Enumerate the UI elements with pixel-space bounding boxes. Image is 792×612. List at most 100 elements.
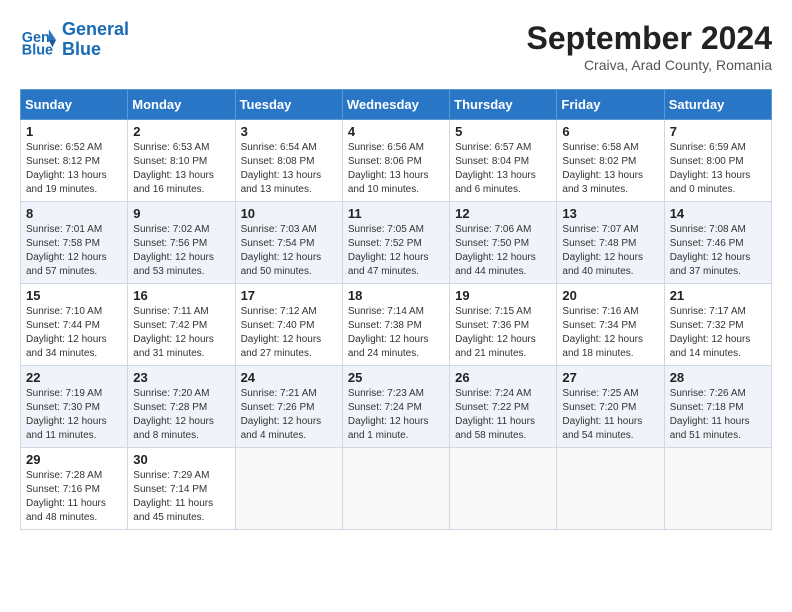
calendar-cell: 10Sunrise: 7:03 AMSunset: 7:54 PMDayligh…: [235, 202, 342, 284]
day-info: Sunrise: 7:25 AMSunset: 7:20 PMDaylight:…: [562, 387, 658, 443]
calendar-cell: 21Sunrise: 7:17 AMSunset: 7:32 PMDayligh…: [664, 284, 771, 366]
col-header-wednesday: Wednesday: [342, 90, 449, 120]
page-header: Gen Blue General Blue September 2024 Cra…: [20, 20, 772, 73]
calendar-cell: 16 Sunrise: 7:11 AMSunset: 7:42 PMDayligh…: [128, 284, 235, 366]
day-info: Sunrise: 7:06 AMSunset: 7:50 PMDaylight:…: [455, 223, 551, 279]
day-info: Sunrise: 7:03 AMSunset: 7:54 PMDaylight:…: [241, 223, 337, 279]
calendar-cell: [664, 448, 771, 530]
day-info: Sunrise: 7:14 AMSunset: 7:38 PMDaylight:…: [348, 305, 444, 361]
day-info: Sunrise: 6:53 AMSunset: 8:10 PMDaylight:…: [133, 141, 229, 197]
calendar-week-1: 1Sunrise: 6:52 AMSunset: 8:12 PMDaylight…: [21, 120, 772, 202]
day-info: Sunrise: 7:02 AMSunset: 7:56 PMDaylight:…: [133, 223, 229, 279]
day-number: 9: [133, 206, 229, 221]
logo: Gen Blue General Blue: [20, 20, 129, 60]
day-info: Sunrise: 7:16 AMSunset: 7:34 PMDaylight:…: [562, 305, 658, 361]
calendar-week-4: 22Sunrise: 7:19 AMSunset: 7:30 PMDayligh…: [21, 366, 772, 448]
col-header-tuesday: Tuesday: [235, 90, 342, 120]
day-info: Sunrise: 6:56 AMSunset: 8:06 PMDaylight:…: [348, 141, 444, 197]
logo-text-general: General: [62, 19, 129, 39]
day-info: Sunrise: 7:01 AMSunset: 7:58 PMDaylight:…: [26, 223, 122, 279]
col-header-thursday: Thursday: [450, 90, 557, 120]
day-number: 11: [348, 206, 444, 221]
calendar-cell: 11 Sunrise: 7:05 AMSunset: 7:52 PMDayligh…: [342, 202, 449, 284]
calendar-cell: [342, 448, 449, 530]
day-number: 18: [348, 288, 444, 303]
calendar-header-row: SundayMondayTuesdayWednesdayThursdayFrid…: [21, 90, 772, 120]
calendar-cell: 6 Sunrise: 6:58 AMSunset: 8:02 PMDaylight…: [557, 120, 664, 202]
calendar-cell: 3Sunrise: 6:54 AMSunset: 8:08 PMDaylight…: [235, 120, 342, 202]
day-number: 16: [133, 288, 229, 303]
calendar-cell: 25 Sunrise: 7:23 AMSunset: 7:24 PMDayligh…: [342, 366, 449, 448]
svg-text:Blue: Blue: [22, 42, 53, 58]
calendar-cell: 2 Sunrise: 6:53 AMSunset: 8:10 PMDaylight…: [128, 120, 235, 202]
month-title: September 2024: [527, 20, 772, 57]
col-header-friday: Friday: [557, 90, 664, 120]
calendar-week-2: 8 Sunrise: 7:01 AMSunset: 7:58 PMDaylight…: [21, 202, 772, 284]
day-info: Sunrise: 7:05 AMSunset: 7:52 PMDaylight:…: [348, 223, 444, 279]
col-header-sunday: Sunday: [21, 90, 128, 120]
day-info: Sunrise: 6:54 AMSunset: 8:08 PMDaylight:…: [241, 141, 337, 197]
day-number: 22: [26, 370, 122, 385]
day-number: 15: [26, 288, 122, 303]
calendar-table: SundayMondayTuesdayWednesdayThursdayFrid…: [20, 89, 772, 530]
calendar-cell: 7 Sunrise: 6:59 AMSunset: 8:00 PMDaylight…: [664, 120, 771, 202]
calendar-cell: 18 Sunrise: 7:14 AMSunset: 7:38 PMDayligh…: [342, 284, 449, 366]
day-number: 17: [241, 288, 337, 303]
calendar-cell: [557, 448, 664, 530]
calendar-cell: 22Sunrise: 7:19 AMSunset: 7:30 PMDayligh…: [21, 366, 128, 448]
calendar-cell: 1Sunrise: 6:52 AMSunset: 8:12 PMDaylight…: [21, 120, 128, 202]
day-number: 5: [455, 124, 551, 139]
day-info: Sunrise: 7:23 AMSunset: 7:24 PMDaylight:…: [348, 387, 444, 443]
day-number: 7: [670, 124, 766, 139]
day-info: Sunrise: 7:15 AMSunset: 7:36 PMDaylight:…: [455, 305, 551, 361]
day-info: Sunrise: 7:12 AMSunset: 7:40 PMDaylight:…: [241, 305, 337, 361]
calendar-cell: 15 Sunrise: 7:10 AMSunset: 7:44 PMDayligh…: [21, 284, 128, 366]
calendar-week-5: 29 Sunrise: 7:28 AMSunset: 7:16 PMDayligh…: [21, 448, 772, 530]
calendar-cell: 28 Sunrise: 7:26 AMSunset: 7:18 PMDayligh…: [664, 366, 771, 448]
day-info: Sunrise: 7:11 AMSunset: 7:42 PMDaylight:…: [133, 305, 229, 361]
day-info: Sunrise: 7:07 AMSunset: 7:48 PMDaylight:…: [562, 223, 658, 279]
day-info: Sunrise: 7:26 AMSunset: 7:18 PMDaylight:…: [670, 387, 766, 443]
day-info: Sunrise: 6:57 AMSunset: 8:04 PMDaylight:…: [455, 141, 551, 197]
day-number: 8: [26, 206, 122, 221]
calendar-cell: 26Sunrise: 7:24 AMSunset: 7:22 PMDayligh…: [450, 366, 557, 448]
day-number: 2: [133, 124, 229, 139]
day-number: 28: [670, 370, 766, 385]
day-number: 21: [670, 288, 766, 303]
day-info: Sunrise: 7:21 AMSunset: 7:26 PMDaylight:…: [241, 387, 337, 443]
calendar-cell: 19 Sunrise: 7:15 AMSunset: 7:36 PMDayligh…: [450, 284, 557, 366]
day-info: Sunrise: 7:08 AMSunset: 7:46 PMDaylight:…: [670, 223, 766, 279]
calendar-cell: [235, 448, 342, 530]
day-number: 30: [133, 452, 229, 467]
calendar-cell: 29 Sunrise: 7:28 AMSunset: 7:16 PMDayligh…: [21, 448, 128, 530]
day-info: Sunrise: 6:59 AMSunset: 8:00 PMDaylight:…: [670, 141, 766, 197]
day-number: 19: [455, 288, 551, 303]
day-number: 13: [562, 206, 658, 221]
day-number: 6: [562, 124, 658, 139]
calendar-cell: 24 Sunrise: 7:21 AMSunset: 7:26 PMDayligh…: [235, 366, 342, 448]
calendar-cell: 14Sunrise: 7:08 AMSunset: 7:46 PMDayligh…: [664, 202, 771, 284]
day-number: 4: [348, 124, 444, 139]
calendar-cell: 20Sunrise: 7:16 AMSunset: 7:34 PMDayligh…: [557, 284, 664, 366]
day-number: 23: [133, 370, 229, 385]
day-info: Sunrise: 6:58 AMSunset: 8:02 PMDaylight:…: [562, 141, 658, 197]
day-number: 25: [348, 370, 444, 385]
calendar-cell: [450, 448, 557, 530]
day-info: Sunrise: 7:10 AMSunset: 7:44 PMDaylight:…: [26, 305, 122, 361]
calendar-cell: 27 Sunrise: 7:25 AMSunset: 7:20 PMDayligh…: [557, 366, 664, 448]
location-subtitle: Craiva, Arad County, Romania: [527, 57, 772, 73]
calendar-cell: 30 Sunrise: 7:29 AMSunset: 7:14 PMDayligh…: [128, 448, 235, 530]
calendar-cell: 13 Sunrise: 7:07 AMSunset: 7:48 PMDayligh…: [557, 202, 664, 284]
day-number: 29: [26, 452, 122, 467]
calendar-cell: 5 Sunrise: 6:57 AMSunset: 8:04 PMDaylight…: [450, 120, 557, 202]
day-number: 12: [455, 206, 551, 221]
title-block: September 2024 Craiva, Arad County, Roma…: [527, 20, 772, 73]
day-number: 24: [241, 370, 337, 385]
day-info: Sunrise: 6:52 AMSunset: 8:12 PMDaylight:…: [26, 141, 122, 197]
calendar-cell: 9 Sunrise: 7:02 AMSunset: 7:56 PMDaylight…: [128, 202, 235, 284]
col-header-monday: Monday: [128, 90, 235, 120]
day-info: Sunrise: 7:28 AMSunset: 7:16 PMDaylight:…: [26, 469, 122, 525]
day-info: Sunrise: 7:29 AMSunset: 7:14 PMDaylight:…: [133, 469, 229, 525]
day-number: 27: [562, 370, 658, 385]
day-info: Sunrise: 7:20 AMSunset: 7:28 PMDaylight:…: [133, 387, 229, 443]
